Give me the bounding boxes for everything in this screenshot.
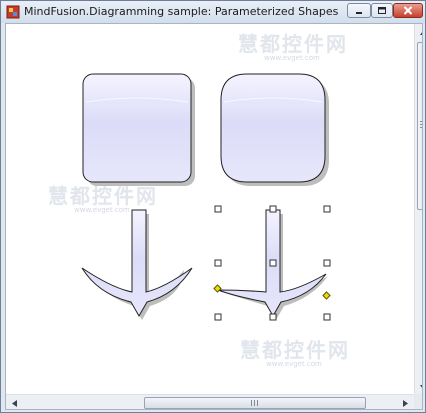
vertical-scrollbar[interactable] xyxy=(414,24,422,396)
scrollbar-corner xyxy=(414,394,422,409)
close-button[interactable] xyxy=(393,3,423,18)
selection-handle[interactable] xyxy=(214,313,222,321)
watermark-url: www.evget.com xyxy=(264,54,320,62)
selection-handle[interactable] xyxy=(323,313,331,321)
shape-rounded-square[interactable] xyxy=(220,73,329,186)
horizontal-scroll-thumb[interactable] xyxy=(144,397,366,409)
selection-handle[interactable] xyxy=(323,205,331,213)
shape-rounded-rectangle[interactable] xyxy=(82,73,195,186)
selection-handle[interactable] xyxy=(323,259,331,267)
diagram-canvas[interactable] xyxy=(6,24,414,394)
minimize-icon xyxy=(356,11,362,14)
scroll-down-arrow-icon xyxy=(420,385,422,388)
scroll-right-button[interactable] xyxy=(397,395,414,409)
selection-handle[interactable] xyxy=(269,313,277,321)
scroll-up-button[interactable] xyxy=(415,24,422,41)
scroll-left-arrow-icon xyxy=(12,400,17,407)
diagram-app-icon xyxy=(6,5,20,19)
window-title: MindFusion.Diagramming sample: Parameter… xyxy=(24,5,339,18)
maximize-icon xyxy=(378,7,386,14)
scroll-grip xyxy=(420,121,422,128)
horizontal-scrollbar[interactable] xyxy=(6,394,414,409)
close-icon xyxy=(403,6,413,15)
app-window: MindFusion.Diagramming sample: Parameter… xyxy=(0,0,426,413)
vertical-scroll-thumb[interactable] xyxy=(417,42,422,210)
selection-handle[interactable] xyxy=(269,259,277,267)
scroll-up-arrow-icon xyxy=(420,32,422,35)
minimize-button[interactable] xyxy=(347,3,371,18)
scroll-grip xyxy=(251,400,258,406)
diagram-view[interactable]: 慧都控件网 www.evget.com 慧都控件网 www.evget.com … xyxy=(5,23,423,410)
title-bar[interactable]: MindFusion.Diagramming sample: Parameter… xyxy=(1,1,425,23)
scroll-left-button[interactable] xyxy=(6,395,23,409)
watermark-url: www.evget.com xyxy=(74,206,130,214)
watermark-url: www.evget.com xyxy=(266,360,322,368)
adjustment-handle[interactable] xyxy=(322,291,331,300)
selection-handle[interactable] xyxy=(214,205,222,213)
selection-handle[interactable] xyxy=(269,205,277,213)
selection-handle[interactable] xyxy=(214,259,222,267)
maximize-button[interactable] xyxy=(371,3,393,18)
shape-anchor[interactable] xyxy=(81,209,193,320)
scroll-right-arrow-icon xyxy=(403,400,408,407)
